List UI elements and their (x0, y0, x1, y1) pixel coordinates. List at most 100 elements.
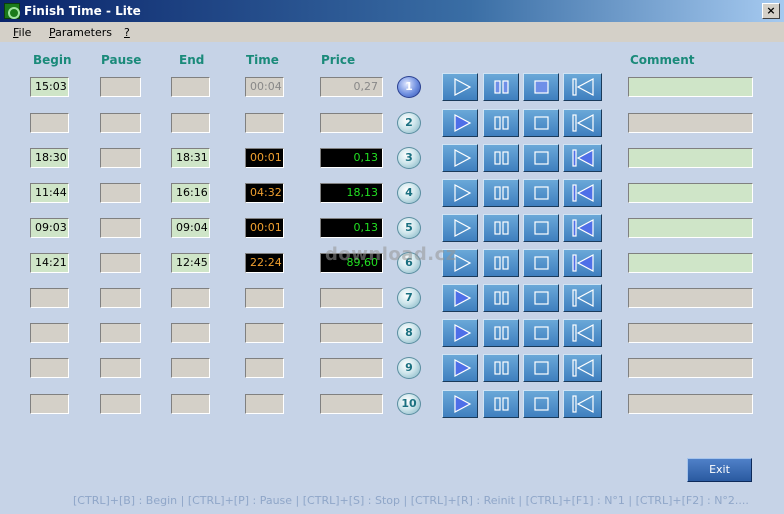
pause-button[interactable] (483, 73, 519, 101)
comment-field[interactable] (628, 113, 753, 133)
pause-field[interactable] (100, 218, 141, 238)
price-field[interactable]: 18,13 (320, 183, 383, 203)
begin-field[interactable] (30, 113, 69, 133)
stop-button[interactable] (523, 354, 559, 382)
end-field[interactable]: 09:04 (171, 218, 210, 238)
menu-file[interactable]: File (13, 26, 31, 39)
pause-button[interactable] (483, 284, 519, 312)
menu-parameters[interactable]: Parameters (49, 26, 112, 39)
time-field[interactable] (245, 358, 284, 378)
pause-field[interactable] (100, 253, 141, 273)
begin-field[interactable]: 18:30 (30, 148, 69, 168)
time-field[interactable] (245, 113, 284, 133)
reinit-button[interactable] (563, 144, 602, 172)
pause-field[interactable] (100, 113, 141, 133)
stop-button[interactable] (523, 144, 559, 172)
time-field[interactable]: 22:24 (245, 253, 284, 273)
play-button[interactable] (442, 319, 478, 347)
comment-field[interactable] (628, 358, 753, 378)
menu-help[interactable]: ? (124, 26, 130, 39)
stop-button[interactable] (523, 390, 559, 418)
pause-field[interactable] (100, 77, 141, 97)
reinit-button[interactable] (563, 390, 602, 418)
exit-button[interactable]: Exit (687, 458, 752, 482)
play-button[interactable] (442, 214, 478, 242)
close-button[interactable]: × (762, 3, 780, 19)
price-field[interactable]: 0,27 (320, 77, 383, 97)
end-field[interactable] (171, 323, 210, 343)
price-field[interactable] (320, 113, 383, 133)
end-field[interactable]: 12:45 (171, 253, 210, 273)
end-field[interactable] (171, 113, 210, 133)
reinit-button[interactable] (563, 284, 602, 312)
play-button[interactable] (442, 284, 478, 312)
pause-button[interactable] (483, 390, 519, 418)
pause-button[interactable] (483, 249, 519, 277)
stop-button[interactable] (523, 249, 559, 277)
price-field[interactable] (320, 288, 383, 308)
app-icon[interactable] (4, 3, 20, 19)
stop-button[interactable] (523, 109, 559, 137)
time-field[interactable] (245, 288, 284, 308)
reinit-button[interactable] (563, 354, 602, 382)
time-field[interactable] (245, 394, 284, 414)
time-field[interactable] (245, 323, 284, 343)
title-bar[interactable]: Finish Time - Lite × (0, 0, 784, 22)
begin-field[interactable]: 15:03 (30, 77, 69, 97)
pause-field[interactable] (100, 358, 141, 378)
pause-button[interactable] (483, 144, 519, 172)
reinit-button[interactable] (563, 109, 602, 137)
comment-field[interactable] (628, 218, 753, 238)
end-field[interactable] (171, 358, 210, 378)
price-field[interactable] (320, 358, 383, 378)
time-field[interactable]: 00:04 (245, 77, 284, 97)
begin-field[interactable] (30, 288, 69, 308)
pause-field[interactable] (100, 323, 141, 343)
pause-field[interactable] (100, 183, 141, 203)
end-field[interactable] (171, 394, 210, 414)
reinit-button[interactable] (563, 214, 602, 242)
comment-field[interactable] (628, 288, 753, 308)
pause-button[interactable] (483, 109, 519, 137)
begin-field[interactable]: 14:21 (30, 253, 69, 273)
price-field[interactable] (320, 394, 383, 414)
begin-field[interactable] (30, 394, 69, 414)
begin-field[interactable] (30, 323, 69, 343)
comment-field[interactable] (628, 148, 753, 168)
begin-field[interactable]: 09:03 (30, 218, 69, 238)
price-field[interactable] (320, 323, 383, 343)
pause-field[interactable] (100, 288, 141, 308)
time-field[interactable]: 00:01 (245, 148, 284, 168)
reinit-button[interactable] (563, 179, 602, 207)
play-button[interactable] (442, 179, 478, 207)
end-field[interactable]: 16:16 (171, 183, 210, 203)
pause-field[interactable] (100, 394, 141, 414)
pause-field[interactable] (100, 148, 141, 168)
stop-button[interactable] (523, 73, 559, 101)
comment-field[interactable] (628, 183, 753, 203)
comment-field[interactable] (628, 394, 753, 414)
pause-button[interactable] (483, 179, 519, 207)
play-button[interactable] (442, 73, 478, 101)
pause-button[interactable] (483, 354, 519, 382)
reinit-button[interactable] (563, 319, 602, 347)
end-field[interactable]: 18:31 (171, 148, 210, 168)
stop-button[interactable] (523, 284, 559, 312)
comment-field[interactable] (628, 253, 753, 273)
pause-button[interactable] (483, 214, 519, 242)
begin-field[interactable]: 11:44 (30, 183, 69, 203)
time-field[interactable]: 04:32 (245, 183, 284, 203)
pause-button[interactable] (483, 319, 519, 347)
price-field[interactable]: 0,13 (320, 218, 383, 238)
price-field[interactable]: 0,13 (320, 148, 383, 168)
stop-button[interactable] (523, 179, 559, 207)
play-button[interactable] (442, 144, 478, 172)
play-button[interactable] (442, 390, 478, 418)
stop-button[interactable] (523, 214, 559, 242)
end-field[interactable] (171, 288, 210, 308)
reinit-button[interactable] (563, 73, 602, 101)
begin-field[interactable] (30, 358, 69, 378)
play-button[interactable] (442, 354, 478, 382)
stop-button[interactable] (523, 319, 559, 347)
time-field[interactable]: 00:01 (245, 218, 284, 238)
